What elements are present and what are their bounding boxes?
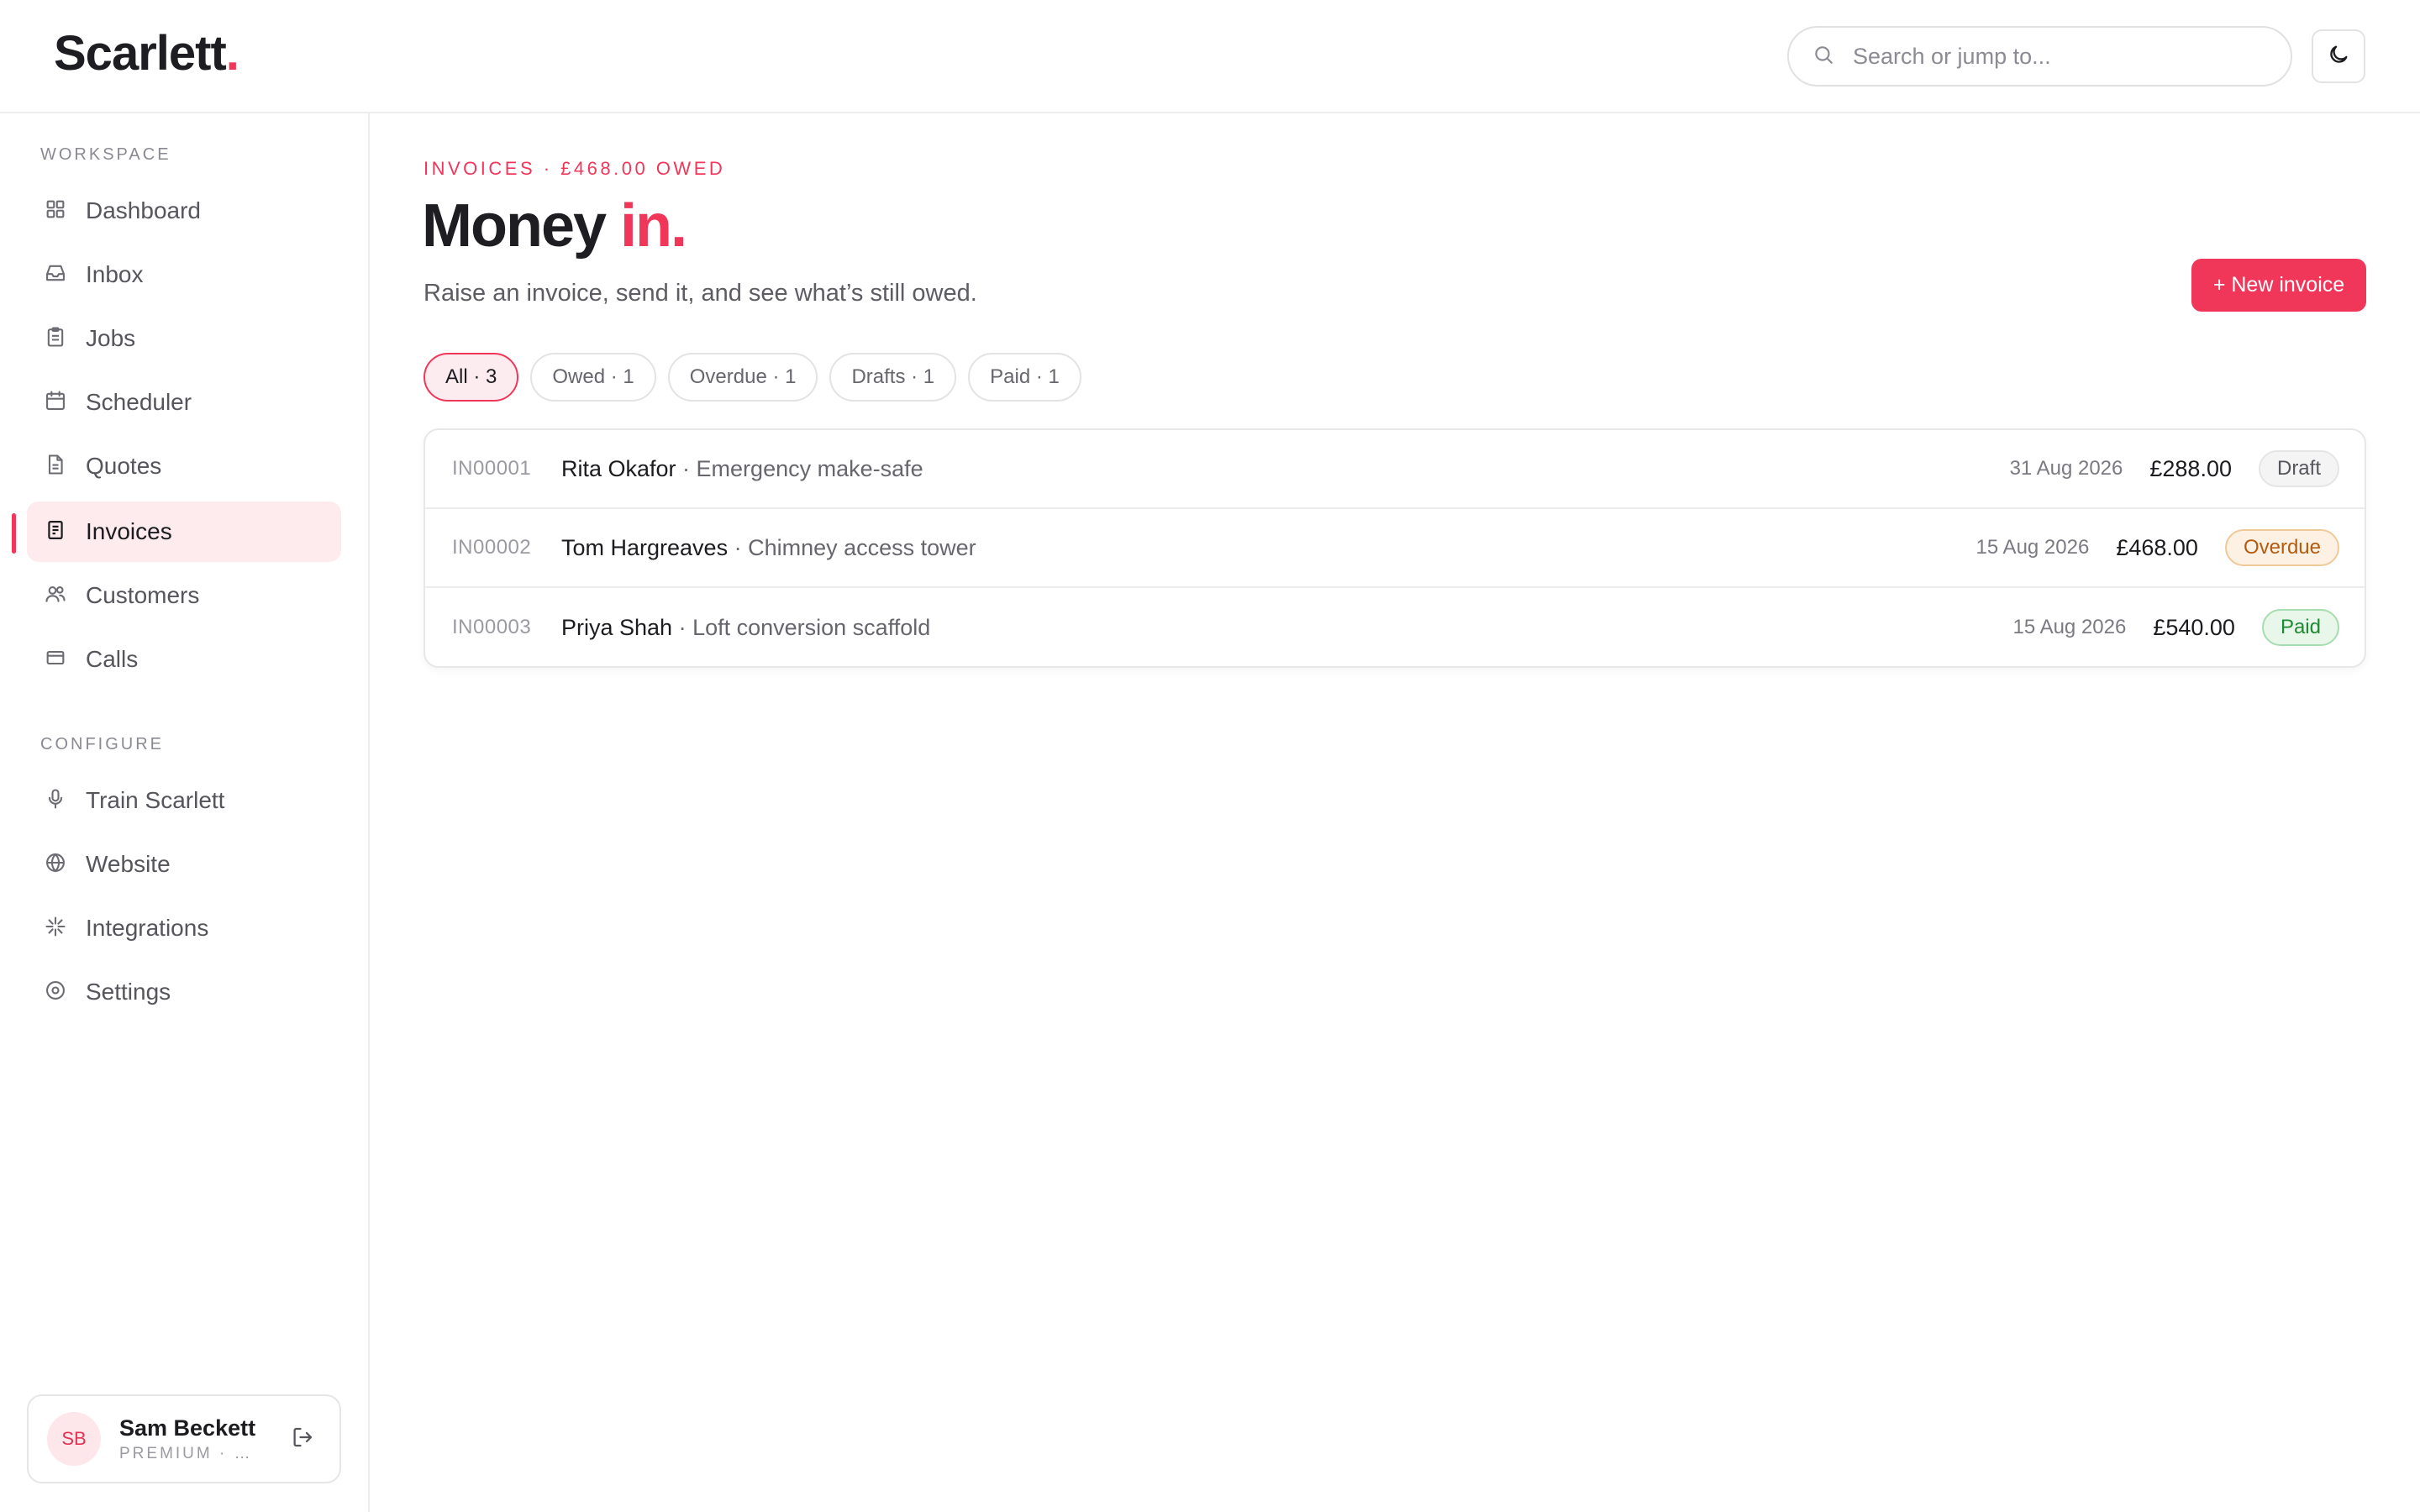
invoice-description: Rita Okafor · Emergency make-safe xyxy=(561,456,923,482)
filter-paid[interactable]: Paid · 1 xyxy=(968,353,1081,402)
job-name: · Emergency make-safe xyxy=(676,455,923,481)
avatar: SB xyxy=(47,1412,101,1466)
grid-icon xyxy=(44,197,67,225)
sidebar-item-customers[interactable]: Customers xyxy=(27,565,341,626)
sidebar-item-label: Invoices xyxy=(86,518,172,544)
user-card[interactable]: SB Sam Beckett PREMIUM · S... xyxy=(27,1394,341,1483)
status-badge: Paid xyxy=(2261,609,2339,646)
title-accent: in. xyxy=(620,192,687,260)
user-plan: PREMIUM · S... xyxy=(119,1444,254,1462)
users-icon xyxy=(44,582,67,610)
sidebar-item-inbox[interactable]: Inbox xyxy=(27,244,341,305)
invoice-meta: 31 Aug 2026 £288.00 Draft xyxy=(2010,450,2339,487)
filter-all[interactable]: All · 3 xyxy=(424,353,519,402)
sidebar-item-quotes[interactable]: Quotes xyxy=(27,436,341,496)
invoice-list: IN00001 Rita Okafor · Emergency make-saf… xyxy=(424,428,2366,668)
sidebar-item-label: Scheduler xyxy=(86,389,192,415)
sidebar-item-label: Integrations xyxy=(86,915,209,941)
logout-icon xyxy=(290,1425,315,1454)
sidebar-item-label: Dashboard xyxy=(86,197,201,223)
sidebar-item-label: Train Scarlett xyxy=(86,787,225,813)
customer-name: Rita Okafor xyxy=(561,455,676,481)
sidebar-item-label: Jobs xyxy=(86,325,136,351)
invoice-description: Priya Shah · Loft conversion scaffold xyxy=(561,615,930,641)
sidebar-item-label: Quotes xyxy=(86,453,162,479)
page-title: Money in. xyxy=(422,192,687,260)
filter-overdue[interactable]: Overdue · 1 xyxy=(667,353,818,402)
filter-drafts[interactable]: Drafts · 1 xyxy=(829,353,957,402)
invoice-amount: £540.00 xyxy=(2153,614,2235,640)
invoice-date: 15 Aug 2026 xyxy=(1975,536,2090,559)
status-badge: Overdue xyxy=(2224,529,2339,566)
invoice-id: IN00001 xyxy=(452,457,532,480)
sidebar-item-integrations[interactable]: Integrations xyxy=(27,898,341,958)
job-name: · Chimney access tower xyxy=(728,534,976,560)
clipboard-icon xyxy=(44,325,67,353)
sidebar: WORKSPACE Dashboard Inbox Jobs Scheduler… xyxy=(0,113,370,1512)
sidebar-item-dashboard[interactable]: Dashboard xyxy=(27,181,341,241)
sidebar-item-jobs[interactable]: Jobs xyxy=(27,308,341,369)
section-label-workspace: WORKSPACE xyxy=(40,145,171,164)
page-subtitle: Raise an invoice, send it, and see what’… xyxy=(424,280,977,307)
sidebar-item-invoices[interactable]: Invoices xyxy=(27,501,341,562)
sparkle-icon xyxy=(44,915,67,942)
sidebar-item-label: Inbox xyxy=(86,261,144,287)
job-name: · Loft conversion scaffold xyxy=(672,614,931,640)
search-input[interactable] xyxy=(1853,43,2256,70)
section-label-configure: CONFIGURE xyxy=(40,735,164,753)
inbox-icon xyxy=(44,261,67,289)
invoice-id: IN00003 xyxy=(452,616,532,638)
logout-button[interactable] xyxy=(287,1424,318,1454)
title-main: Money xyxy=(422,192,607,260)
settings-icon xyxy=(44,979,67,1006)
sidebar-item-website[interactable]: Website xyxy=(27,834,341,895)
search-icon xyxy=(1812,44,1834,70)
invoice-id: IN00002 xyxy=(452,536,532,559)
receipt-icon xyxy=(44,518,67,546)
invoice-date: 31 Aug 2026 xyxy=(2009,457,2123,480)
table-row[interactable]: IN00003 Priya Shah · Loft conversion sca… xyxy=(425,588,2365,666)
globe-icon xyxy=(44,851,67,879)
sidebar-item-label: Website xyxy=(86,851,171,877)
table-row[interactable]: IN00001 Rita Okafor · Emergency make-saf… xyxy=(425,430,2365,509)
search-bar[interactable] xyxy=(1787,26,2292,87)
top-bar: Scarlett. xyxy=(0,0,2420,113)
active-indicator xyxy=(12,513,16,554)
new-invoice-button[interactable]: + New invoice xyxy=(2191,259,2366,312)
page-eyebrow: INVOICES · £468.00 OWED xyxy=(424,158,726,179)
microphone-icon xyxy=(44,787,67,815)
customer-name: Priya Shah xyxy=(561,614,673,640)
document-icon xyxy=(44,453,67,480)
invoice-amount: £288.00 xyxy=(2149,455,2232,481)
filter-chips: All · 3 Owed · 1 Overdue · 1 Drafts · 1 … xyxy=(424,353,1081,402)
sidebar-item-label: Calls xyxy=(86,646,139,672)
invoice-meta: 15 Aug 2026 £540.00 Paid xyxy=(2013,609,2339,646)
sidebar-item-calls[interactable]: Calls xyxy=(27,629,341,690)
theme-toggle-button[interactable] xyxy=(2312,29,2365,83)
invoice-date: 15 Aug 2026 xyxy=(2012,616,2127,638)
card-icon xyxy=(44,646,67,674)
sidebar-item-settings[interactable]: Settings xyxy=(27,962,341,1022)
calendar-icon xyxy=(44,389,67,417)
sidebar-item-scheduler[interactable]: Scheduler xyxy=(27,372,341,433)
filter-owed[interactable]: Owed · 1 xyxy=(530,353,656,402)
status-badge: Draft xyxy=(2258,450,2339,487)
sidebar-item-train-scarlett[interactable]: Train Scarlett xyxy=(27,770,341,831)
customer-name: Tom Hargreaves xyxy=(561,534,729,560)
invoice-description: Tom Hargreaves · Chimney access tower xyxy=(561,535,976,561)
user-meta: Sam Beckett PREMIUM · S... xyxy=(119,1415,262,1463)
sidebar-item-label: Settings xyxy=(86,979,171,1005)
sidebar-item-label: Customers xyxy=(86,582,200,608)
moon-icon xyxy=(2327,43,2350,71)
app-logo[interactable]: Scarlett. xyxy=(54,25,239,81)
user-name: Sam Beckett xyxy=(119,1415,256,1441)
invoice-amount: £468.00 xyxy=(2116,534,2198,560)
table-row[interactable]: IN00002 Tom Hargreaves · Chimney access … xyxy=(425,509,2365,588)
invoice-meta: 15 Aug 2026 £468.00 Overdue xyxy=(1976,529,2339,566)
